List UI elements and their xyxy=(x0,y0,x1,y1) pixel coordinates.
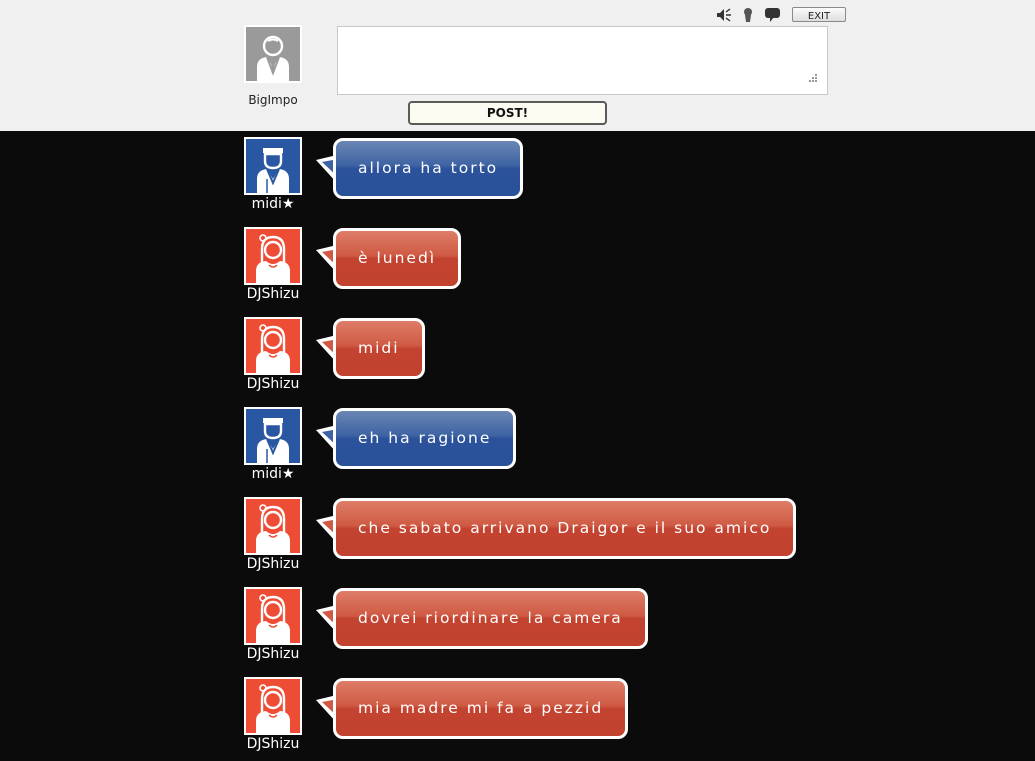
message-bubble: che sabato arrivano Draigor e il suo ami… xyxy=(333,498,797,559)
message-bubble: allora ha torto xyxy=(333,138,524,199)
user-avatar[interactable] xyxy=(244,677,302,735)
red-female-avatar-icon xyxy=(256,504,290,553)
username-label: DJShizu xyxy=(246,646,300,662)
chat-log[interactable]: midi★ allora ha torto DJShizu è lunedì DJS… xyxy=(0,131,1035,752)
username-label: midi★ xyxy=(251,196,295,212)
red-female-avatar-icon xyxy=(256,324,290,373)
message-bubble: è lunedì xyxy=(333,228,462,289)
message-bubble: dovrei riordinare la camera xyxy=(333,588,648,649)
chat-message: DJShizu midi xyxy=(0,311,1035,401)
user-avatar[interactable] xyxy=(244,317,302,375)
speech-bubble-icon[interactable] xyxy=(764,6,782,24)
chat-message: DJShizu che sabato arrivano Draigor e il … xyxy=(0,491,1035,581)
resize-grip-icon[interactable] xyxy=(806,73,818,85)
user-silhouette-icon[interactable] xyxy=(739,6,757,24)
red-female-avatar-icon xyxy=(256,684,290,733)
blue-male-headband-avatar-icon xyxy=(257,148,289,193)
chat-message: midi★ eh ha ragione xyxy=(0,401,1035,491)
post-button[interactable]: POST! xyxy=(408,101,607,125)
red-female-avatar-icon xyxy=(256,594,290,643)
red-female-avatar-icon xyxy=(256,234,290,283)
user-avatar[interactable] xyxy=(244,407,302,465)
header: EXIT BigImpo POST! xyxy=(0,0,1035,131)
username-label: DJShizu xyxy=(246,286,300,302)
user-avatar[interactable] xyxy=(244,227,302,285)
chat-message: midi★ allora ha torto xyxy=(0,131,1035,221)
username-label: DJShizu xyxy=(246,376,300,392)
chat-message: DJShizu dovrei riordinare la camera xyxy=(0,581,1035,671)
exit-button[interactable]: EXIT xyxy=(792,7,846,22)
my-username: BigImpo xyxy=(248,93,298,107)
gray-male-avatar-icon xyxy=(257,35,289,81)
username-label: midi★ xyxy=(251,466,295,482)
message-input[interactable] xyxy=(337,26,828,95)
message-bubble: midi xyxy=(333,318,425,379)
user-avatar[interactable] xyxy=(244,587,302,645)
blue-male-headband-avatar-icon xyxy=(257,418,289,463)
my-avatar xyxy=(244,25,302,83)
speaker-mute-icon[interactable] xyxy=(715,6,733,24)
chat-message: DJShizu è lunedì xyxy=(0,221,1035,311)
message-bubble: mia madre mi fa a pezzid xyxy=(333,678,629,739)
username-label: DJShizu xyxy=(246,736,300,752)
user-avatar[interactable] xyxy=(244,497,302,555)
user-avatar[interactable] xyxy=(244,137,302,195)
username-label: DJShizu xyxy=(246,556,300,572)
message-bubble: eh ha ragione xyxy=(333,408,517,469)
